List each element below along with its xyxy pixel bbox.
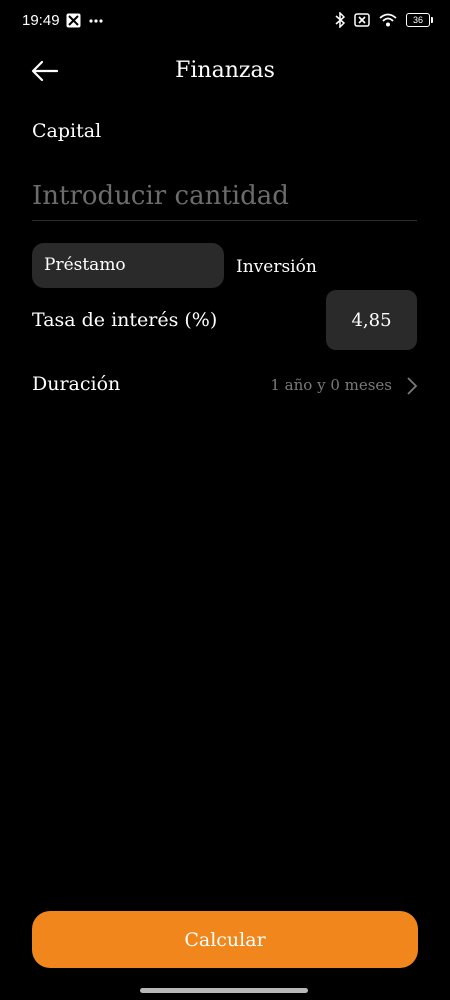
app-notification-icon [66,13,81,28]
capital-label: Capital [32,120,102,142]
more-dots-icon [89,18,103,23]
duration-value: 1 año y 0 meses [270,376,392,394]
capital-input[interactable] [32,172,417,221]
sim-off-icon [354,13,370,27]
battery-icon: 36 [406,13,433,27]
duration-row[interactable]: Duración 1 año y 0 meses [32,370,418,402]
interest-rate-label: Tasa de interés (%) [32,309,218,331]
calculate-button[interactable]: Calcular [32,911,418,968]
status-right-icons: 36 [335,12,433,28]
tab-inversion[interactable]: Inversión [236,243,317,288]
chevron-right-icon [407,377,418,395]
wifi-icon [379,13,397,27]
status-bar: 19:49 36 [0,0,450,44]
tab-prestamo[interactable]: Préstamo [32,243,224,288]
page-title: Finanzas [175,58,275,83]
home-indicator[interactable] [140,988,308,993]
bluetooth-icon [335,12,345,28]
duration-label: Duración [32,373,121,395]
header: Finanzas [0,50,450,94]
status-time: 19:49 [22,12,60,29]
interest-rate-field[interactable]: 4,85 [326,290,417,350]
status-left-icons [66,13,103,28]
